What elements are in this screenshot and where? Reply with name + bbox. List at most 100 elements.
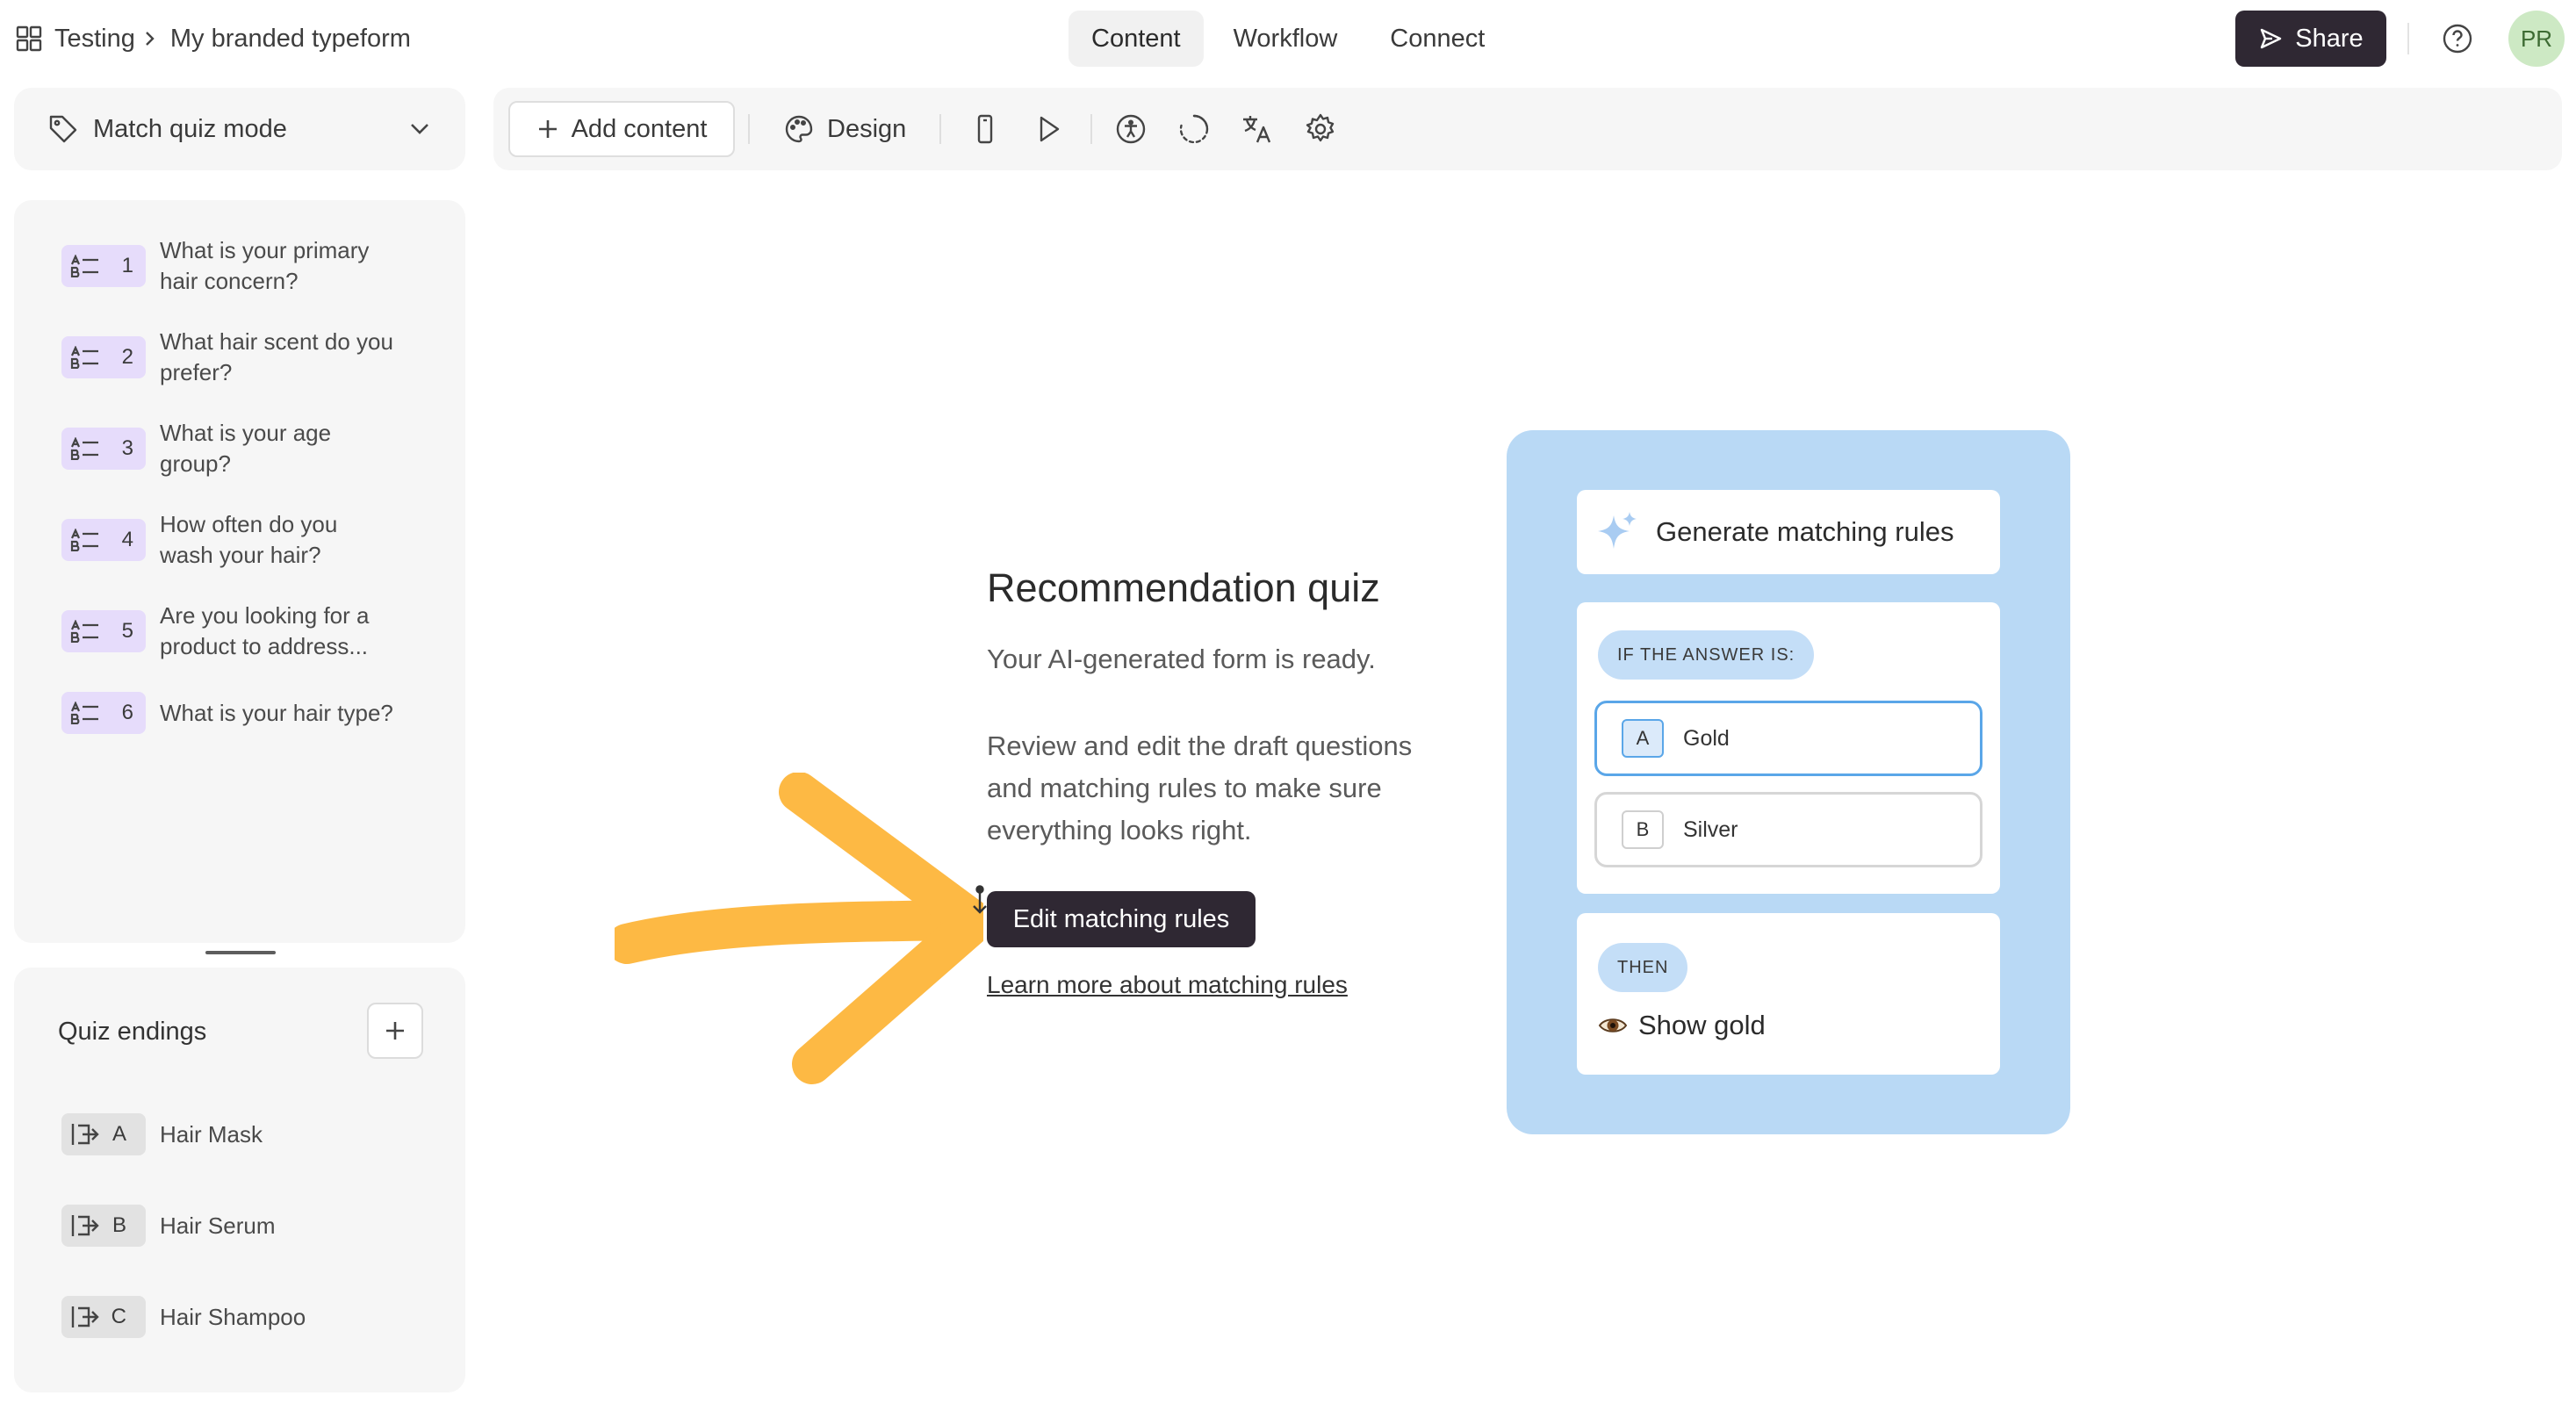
question-text: What is your hair type? xyxy=(160,699,393,726)
share-label: Share xyxy=(2295,24,2364,53)
question-item-2[interactable]: 2 What hair scent do you prefer? xyxy=(61,327,397,388)
question-item-6[interactable]: 6 What is your hair type? xyxy=(61,692,397,734)
multiple-choice-icon xyxy=(70,529,100,551)
question-badge: 5 xyxy=(61,610,146,652)
learn-more-link[interactable]: Learn more about matching rules xyxy=(987,971,1348,999)
question-item-3[interactable]: 3 What is your age group? xyxy=(61,418,397,479)
design-button[interactable]: Design xyxy=(783,101,906,157)
option-text: Silver xyxy=(1683,817,1738,842)
add-content-label: Add content xyxy=(571,114,708,143)
question-text: How often do you wash your hair? xyxy=(160,511,338,568)
ending-badge: B xyxy=(61,1205,146,1247)
question-text: What is your age group? xyxy=(160,420,332,477)
nav-tabs: Content Workflow Connect xyxy=(1069,11,1507,67)
option-key: B xyxy=(1622,810,1664,849)
toolbar-divider xyxy=(748,114,750,144)
panel-resize-handle[interactable] xyxy=(205,951,276,954)
question-text: What is your primary hair concern? xyxy=(160,237,370,294)
quiz-endings-panel: Quiz endings A Hair Mask B Hair Serum C … xyxy=(14,968,465,1392)
then-action: Show gold xyxy=(1598,1010,1766,1041)
generate-rules-card: Generate matching rules xyxy=(1577,490,2000,574)
chevron-right-icon xyxy=(144,30,156,47)
help-icon[interactable] xyxy=(2440,21,2475,56)
gear-icon[interactable] xyxy=(1303,112,1338,147)
grid-icon[interactable] xyxy=(16,25,42,52)
ending-key: C xyxy=(111,1305,126,1328)
mode-selector[interactable]: Match quiz mode xyxy=(14,88,465,170)
ending-text: Hair Serum xyxy=(160,1212,276,1239)
option-gold: A Gold xyxy=(1594,701,1982,776)
translate-icon[interactable] xyxy=(1240,112,1275,147)
question-number: 6 xyxy=(121,701,133,724)
ending-key: B xyxy=(112,1213,126,1237)
question-number: 2 xyxy=(121,345,133,369)
add-content-button[interactable]: Add content xyxy=(508,101,735,157)
mode-label: Match quiz mode xyxy=(93,114,287,143)
question-number: 5 xyxy=(121,619,133,643)
option-key: A xyxy=(1622,719,1664,758)
edit-matching-rules-button[interactable]: Edit matching rules xyxy=(987,891,1256,947)
loading-icon[interactable] xyxy=(1176,112,1212,147)
multiple-choice-icon xyxy=(70,620,100,643)
share-arrow-icon xyxy=(2258,26,2283,51)
accessibility-icon[interactable] xyxy=(1113,112,1148,147)
exit-icon xyxy=(70,1305,100,1329)
page-description: Review and edit the draft questions and … xyxy=(987,730,1413,845)
question-number: 3 xyxy=(121,436,133,460)
question-badge: 1 xyxy=(61,245,146,287)
ending-text: Hair Mask xyxy=(160,1120,263,1148)
eye-icon xyxy=(1598,1015,1628,1036)
ending-item-a[interactable]: A Hair Mask xyxy=(61,1113,263,1155)
question-item-4[interactable]: 4 How often do you wash your hair? xyxy=(61,509,397,571)
question-item-5[interactable]: 5 Are you looking for a product to addre… xyxy=(61,601,397,662)
page-subtitle: Your AI-generated form is ready. xyxy=(987,644,1376,674)
tag-icon xyxy=(47,113,79,145)
exit-icon xyxy=(70,1122,100,1147)
exit-icon xyxy=(70,1213,100,1238)
question-item-1[interactable]: 1 What is your primary hair concern? xyxy=(61,235,397,297)
ending-item-b[interactable]: B Hair Serum xyxy=(61,1205,275,1247)
question-number: 1 xyxy=(121,254,133,277)
ending-item-c[interactable]: C Hair Shampoo xyxy=(61,1296,306,1338)
question-number: 4 xyxy=(121,528,133,551)
play-icon[interactable] xyxy=(1031,112,1066,147)
page-title: Recommendation quiz xyxy=(987,565,1380,610)
breadcrumb-workspace[interactable]: Testing xyxy=(54,25,135,54)
option-text: Gold xyxy=(1683,725,1730,751)
question-text: Are you looking for a product to address… xyxy=(160,602,370,659)
header-divider xyxy=(2407,23,2409,54)
if-condition-card: IF THE ANSWER IS: A Gold B Silver xyxy=(1577,602,2000,894)
question-badge: 4 xyxy=(61,519,146,561)
chevron-down-icon xyxy=(409,122,430,136)
add-ending-button[interactable] xyxy=(367,1003,423,1059)
design-label: Design xyxy=(827,114,907,143)
toolbar-divider xyxy=(1090,114,1092,144)
connector-icon xyxy=(969,885,990,915)
share-button[interactable]: Share xyxy=(2235,11,2386,67)
editor-toolbar: Add content Design xyxy=(493,88,2562,170)
toolbar-divider xyxy=(939,114,941,144)
question-badge: 6 xyxy=(61,692,146,734)
mobile-icon[interactable] xyxy=(968,112,1003,147)
avatar[interactable]: PR xyxy=(2508,11,2565,67)
ending-badge: C xyxy=(61,1296,146,1338)
sparkle-icon xyxy=(1596,510,1640,554)
question-badge: 3 xyxy=(61,428,146,470)
multiple-choice-icon xyxy=(70,437,100,460)
generate-rules-label: Generate matching rules xyxy=(1656,516,1954,547)
plus-icon xyxy=(384,1019,407,1042)
then-action-card: THEN Show gold xyxy=(1577,913,2000,1075)
if-answer-pill: IF THE ANSWER IS: xyxy=(1598,630,1815,680)
plus-icon xyxy=(536,118,559,140)
palette-icon xyxy=(783,113,815,145)
tab-connect[interactable]: Connect xyxy=(1367,11,1507,67)
question-text: What hair scent do you prefer? xyxy=(160,328,393,385)
option-silver: B Silver xyxy=(1594,792,1982,867)
then-pill: THEN xyxy=(1598,943,1688,992)
multiple-choice-icon xyxy=(70,346,100,369)
questions-panel: 1 What is your primary hair concern? 2 W… xyxy=(14,200,465,943)
tab-workflow[interactable]: Workflow xyxy=(1211,11,1361,67)
multiple-choice-icon xyxy=(70,255,100,277)
tab-content[interactable]: Content xyxy=(1069,11,1204,67)
breadcrumb-form[interactable]: My branded typeform xyxy=(170,25,411,54)
